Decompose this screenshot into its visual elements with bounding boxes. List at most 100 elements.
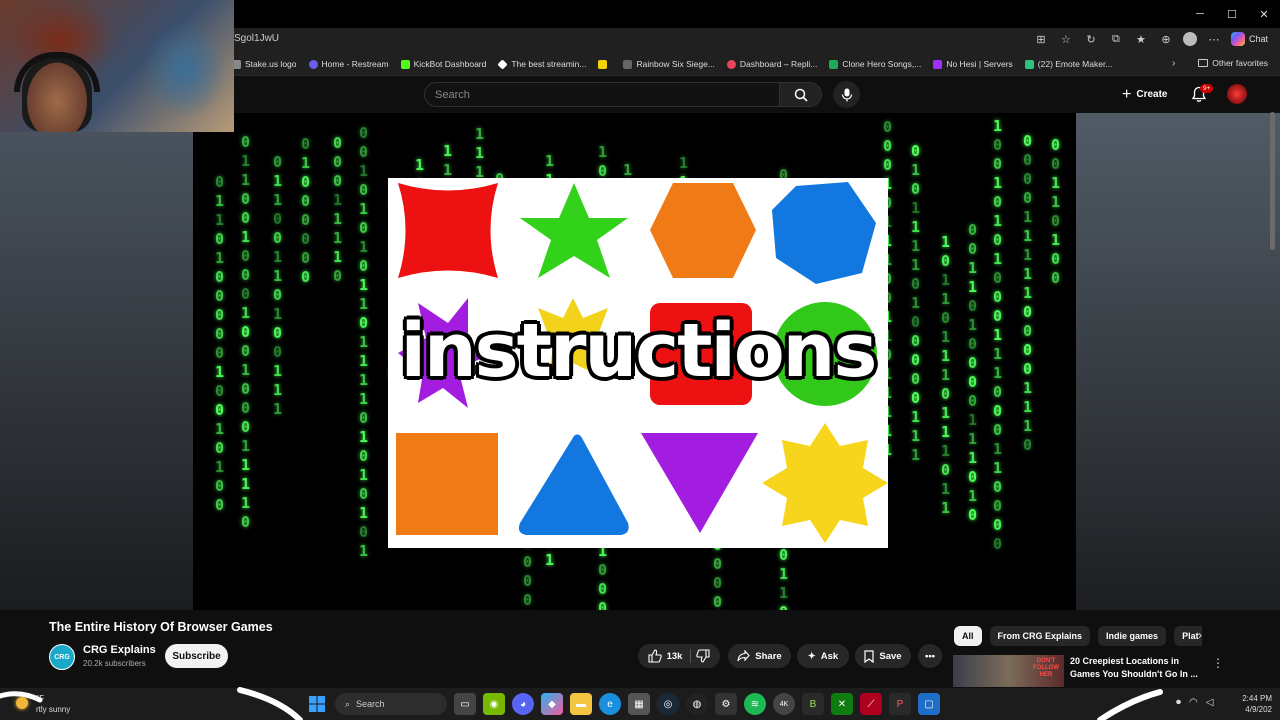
chip-all[interactable]: All: [954, 626, 982, 646]
matrix-glyph: 0: [993, 516, 1002, 534]
profile-avatar[interactable]: [1182, 32, 1197, 46]
matrix-glyph: 0: [1023, 360, 1032, 378]
bookmarks-overflow-chevron-icon[interactable]: ›: [1172, 58, 1175, 69]
video-player[interactable]: 0110100000100101000110010001001000111100…: [0, 113, 1280, 610]
bookmark-item[interactable]: Dashboard – Repli...: [726, 59, 817, 69]
matrix-glyph: 1: [993, 364, 1002, 382]
matrix-glyph: 0: [968, 221, 977, 239]
taskbar-clock[interactable]: 2:44 PM 4/9/202: [1232, 693, 1272, 715]
channel-avatar[interactable]: CRG: [49, 644, 75, 670]
matrix-glyph: 1: [911, 408, 920, 426]
p-app-icon[interactable]: P: [889, 693, 911, 715]
copilot-taskbar-icon[interactable]: ◆: [541, 693, 563, 715]
page-scrollbar[interactable]: [1270, 112, 1275, 250]
b-app-icon[interactable]: B: [802, 693, 824, 715]
taskbar-search[interactable]: ⌕ Search: [335, 693, 447, 715]
weather-widget[interactable]: °F rtly sunny: [36, 693, 70, 715]
steam-icon[interactable]: ◎: [657, 693, 679, 715]
bookmark-item[interactable]: Home - Restream: [308, 59, 389, 69]
create-button[interactable]: + Create: [1114, 82, 1175, 107]
voice-search-button[interactable]: [833, 81, 860, 108]
matrix-glyph: 1: [359, 162, 368, 180]
matrix-glyph: 0: [993, 383, 1002, 401]
settings-gear-icon[interactable]: ⚙: [715, 693, 737, 715]
wifi-icon[interactable]: ◠: [1189, 697, 1198, 708]
dislike-button[interactable]: [696, 649, 710, 663]
window-app-icon[interactable]: ▢: [918, 693, 940, 715]
bookmark-item[interactable]: [598, 59, 611, 69]
obs-icon[interactable]: ◍: [686, 693, 708, 715]
close-button[interactable]: ✕: [1248, 0, 1280, 28]
matrix-glyph: 1: [333, 248, 342, 266]
xbox-icon[interactable]: ✕: [831, 693, 853, 715]
ask-button[interactable]: ✦ Ask: [797, 644, 849, 668]
account-avatar[interactable]: [1227, 84, 1247, 104]
favorite-star-icon[interactable]: ☆: [1058, 31, 1074, 47]
purple-triangle-shape: [641, 433, 758, 533]
channel-name[interactable]: CRG Explains: [83, 644, 156, 656]
more-actions-button[interactable]: •••: [918, 644, 942, 668]
recommended-thumbnail[interactable]: DON'T FOLLOW HER: [953, 655, 1064, 687]
orange-square-shape: [396, 433, 498, 535]
like-button[interactable]: 13k: [648, 649, 692, 663]
video-title: The Entire History Of Browser Games: [49, 620, 273, 634]
matrix-glyph: 0: [333, 267, 342, 285]
matrix-glyph: 1: [968, 259, 977, 277]
matrix-glyph: 0: [241, 513, 250, 531]
more-vertical-icon[interactable]: ⋮: [1212, 656, 1224, 670]
matrix-glyph: 0: [359, 257, 368, 275]
windows-start-icon[interactable]: [306, 693, 328, 715]
store-icon[interactable]: ▦: [628, 693, 650, 715]
spotify-icon[interactable]: ≋: [744, 693, 766, 715]
minimize-button[interactable]: ─: [1184, 0, 1216, 28]
matrix-glyph: 0: [359, 485, 368, 503]
more-menu-icon[interactable]: ⋯: [1206, 31, 1222, 47]
matrix-glyph: 1: [359, 542, 368, 560]
bookmark-item[interactable]: (22) Emote Maker...: [1024, 59, 1113, 69]
save-button[interactable]: Save: [855, 644, 911, 668]
recommended-title[interactable]: 20 Creepiest Locations in Games You Shou…: [1070, 655, 1200, 681]
matrix-glyph: 0: [215, 382, 224, 400]
matrix-glyph: 0: [215, 401, 224, 419]
volume-icon[interactable]: ◁: [1206, 697, 1214, 708]
matrix-glyph: 0: [1051, 269, 1060, 287]
chip-from-channel[interactable]: From CRG Explains: [989, 626, 1091, 646]
copilot-chat-button[interactable]: Chat: [1230, 32, 1268, 46]
chip-indie-games[interactable]: Indie games: [1098, 626, 1167, 646]
mic-tray-icon[interactable]: ⏺: [1176, 697, 1181, 708]
search-input[interactable]: Search: [424, 82, 780, 107]
edge-icon[interactable]: e: [599, 693, 621, 715]
4k-app-icon[interactable]: 4K: [773, 693, 795, 715]
url-text[interactable]: Sgol1JwU: [234, 33, 279, 44]
bookmark-item[interactable]: Rainbow Six Siege...: [623, 59, 715, 69]
chips-next-chevron-icon[interactable]: ›: [1198, 628, 1202, 642]
matrix-glyph: 0: [523, 572, 532, 590]
maximize-button[interactable]: ☐: [1216, 0, 1248, 28]
blue-triangle-shape: [518, 434, 629, 535]
bookmark-item[interactable]: Clone Hero Songs,...: [829, 59, 921, 69]
nvidia-icon[interactable]: ◉: [483, 693, 505, 715]
share-button[interactable]: Share: [728, 644, 791, 668]
bookmark-item[interactable]: KickBot Dashboard: [400, 59, 486, 69]
other-favorites-folder[interactable]: Other favorites: [1198, 58, 1268, 68]
copilot-icon: [1230, 32, 1245, 46]
collections-icon[interactable]: ⊕: [1158, 31, 1174, 47]
subscribe-button[interactable]: Subscribe: [165, 644, 228, 668]
extensions-icon[interactable]: ⧉: [1108, 31, 1124, 47]
bookmark-item[interactable]: No Hesi | Servers: [933, 59, 1013, 69]
bookmark-item[interactable]: Stake.us logo: [232, 59, 297, 69]
matrix-glyph: 0: [993, 269, 1002, 287]
task-view-icon[interactable]: ▭: [454, 693, 476, 715]
game-launcher-icon[interactable]: ⟋: [860, 693, 882, 715]
app-available-icon[interactable]: ⊞: [1033, 31, 1049, 47]
favorites-icon[interactable]: ★: [1133, 31, 1149, 47]
matrix-glyph: 0: [333, 172, 342, 190]
discord-icon[interactable]: ◕: [512, 693, 534, 715]
refresh-icon[interactable]: ↻: [1083, 31, 1099, 47]
bookmark-label: (22) Emote Maker...: [1037, 59, 1113, 69]
search-button[interactable]: [780, 82, 822, 107]
matrix-glyph: 1: [941, 404, 950, 422]
video-frame[interactable]: 0110100000100101000110010001001000111100…: [193, 113, 1076, 610]
file-explorer-icon[interactable]: ▬: [570, 693, 592, 715]
bookmark-item[interactable]: The best streamin...: [497, 58, 586, 70]
